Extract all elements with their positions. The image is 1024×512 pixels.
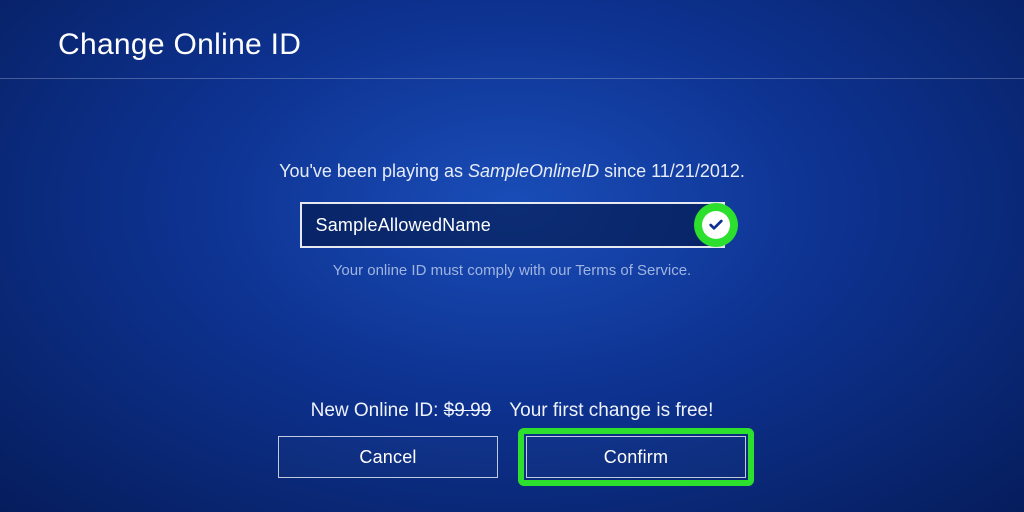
confirm-button[interactable]: Confirm bbox=[526, 436, 746, 478]
cancel-slot: Cancel bbox=[278, 436, 498, 478]
page-title: Change Online ID bbox=[58, 28, 966, 62]
playing-suffix: . bbox=[740, 161, 745, 181]
price-row: New Online ID: $9.99 Your first change i… bbox=[311, 400, 714, 422]
since-date: 11/21/2012 bbox=[651, 161, 740, 181]
valid-highlight-ring bbox=[694, 203, 738, 247]
valid-check-icon bbox=[702, 211, 730, 239]
button-row: Cancel Confirm bbox=[278, 436, 746, 478]
tos-text: Your online ID must comply with our Term… bbox=[333, 262, 691, 279]
online-id-input-wrap bbox=[300, 202, 725, 248]
online-id-input[interactable] bbox=[300, 202, 725, 248]
price-label: New Online ID: bbox=[311, 400, 444, 421]
header: Change Online ID bbox=[0, 0, 1024, 78]
price-struck: $9.99 bbox=[444, 400, 492, 421]
playing-prefix: You've been playing as bbox=[279, 161, 468, 181]
current-online-id: SampleOnlineID bbox=[468, 161, 599, 181]
confirm-slot: Confirm bbox=[526, 436, 746, 478]
cancel-button[interactable]: Cancel bbox=[278, 436, 498, 478]
main-content: You've been playing as SampleOnlineID si… bbox=[0, 79, 1024, 279]
price-block: New Online ID: $9.99 bbox=[311, 400, 492, 422]
playing-middle: since bbox=[599, 161, 651, 181]
free-message: Your first change is free! bbox=[509, 400, 713, 422]
playing-as-text: You've been playing as SampleOnlineID si… bbox=[279, 161, 745, 182]
footer: New Online ID: $9.99 Your first change i… bbox=[0, 400, 1024, 478]
